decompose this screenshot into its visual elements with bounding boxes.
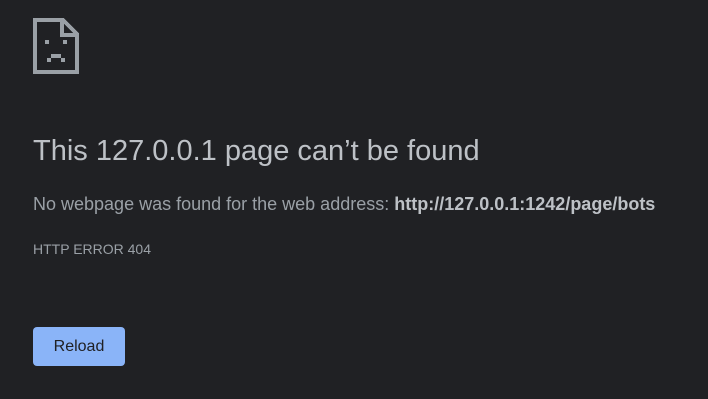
page-title: This 127.0.0.1 page can’t be found — [33, 135, 480, 167]
reload-button[interactable]: Reload — [33, 327, 125, 366]
error-message: No webpage was found for the web address… — [33, 192, 655, 216]
error-message-text: No webpage was found for the web address… — [33, 194, 395, 214]
requested-url: http://127.0.0.1:1242/page/bots — [394, 194, 656, 214]
sad-page-icon — [33, 18, 79, 74]
error-code: HTTP ERROR 404 — [33, 241, 151, 257]
